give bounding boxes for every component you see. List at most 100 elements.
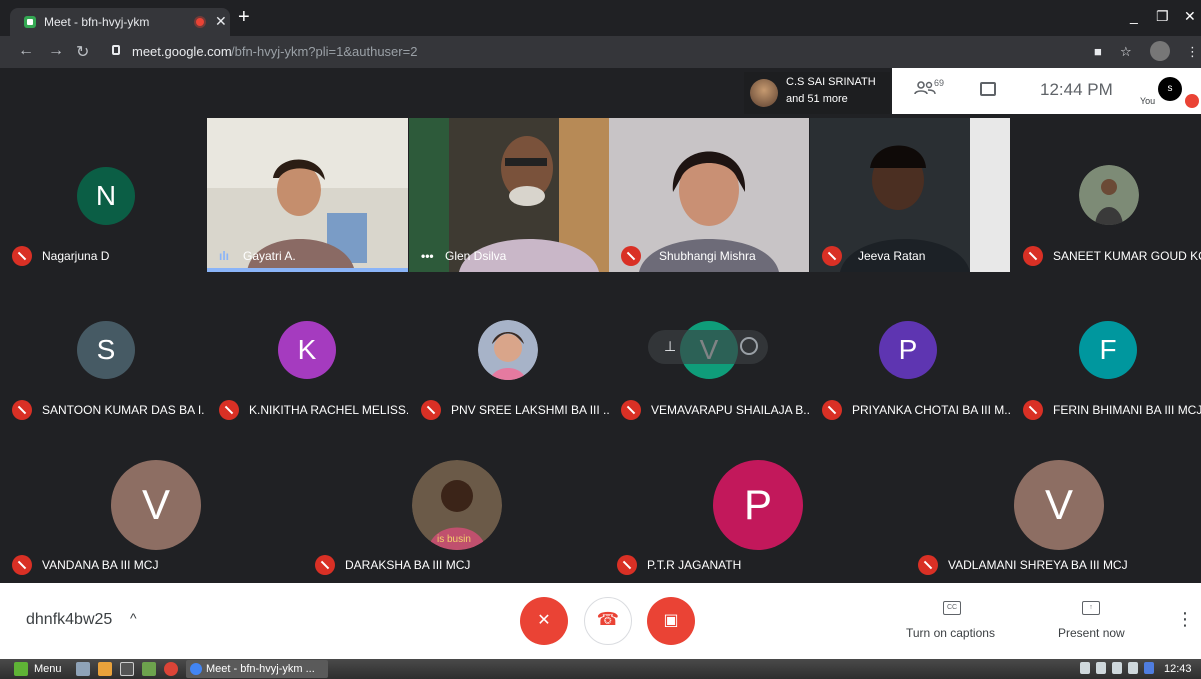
participant-video-tile[interactable]: Shubhangi Mishra [609,118,809,272]
chat-icon[interactable] [980,82,996,96]
present-screen-icon[interactable]: ↑ [1082,601,1100,615]
meeting-info-panel: 69 12:44 PM You s [892,68,1201,114]
participant-name: Gayatri A. [243,249,296,263]
participant-avatar: P [879,321,937,379]
profile-avatar-icon[interactable] [1150,41,1170,61]
tile-hover-controls: ⊥ [648,330,768,364]
browser-tab-strip: Meet - bfn-hvyj-ykm ✕ + _ ❐ ✕ [0,0,1201,36]
participant-grid: N Nagarjuna D ılı Gayatri A. ••• Glen Ds… [0,118,1201,583]
participant-video-tile[interactable]: ılı Gayatri A. [207,118,408,272]
participant-name: Glen Dsilva [445,249,507,263]
more-options-icon[interactable]: ••• [421,249,434,263]
muted-badge-icon [1185,94,1199,108]
participant-video-tile[interactable]: ••• Glen Dsilva [409,118,609,272]
participant-name: PNV SREE LAKSHMI BA III ... [451,403,609,417]
participant-name: VANDANA BA III MCJ [42,558,159,572]
speaker-more: and 51 more [786,93,848,105]
tab-title: Meet - bfn-hvyj-ykm [44,15,150,29]
address-bar[interactable]: meet.google.com /bfn-hvyj-ykm?pli=1&auth… [100,40,1100,64]
participant-tile[interactable]: V VADLAMANI SHREYA BA III MCJ [906,428,1201,583]
back-icon[interactable]: ← [18,42,34,60]
remove-participant-icon[interactable] [740,337,758,355]
you-label: You [1140,96,1156,106]
pin-icon[interactable]: ⊥ [664,338,676,355]
reload-icon[interactable]: ↻ [76,42,89,62]
camera-off-icon: ▣ [663,612,679,629]
window-close-icon[interactable]: ✕ [1184,8,1196,25]
leave-call-button[interactable]: ☎ [584,597,632,645]
tab-close-icon[interactable]: ✕ [215,13,227,30]
restore-icon[interactable]: ❐ [1156,8,1169,25]
participant-name: K.NIKITHA RACHEL MELISS... [249,403,408,417]
captions-button-label[interactable]: Turn on captions [906,626,995,640]
participant-tile[interactable]: P PRIYANKA CHOTAI BA III M... [810,273,1010,427]
user-tray-icon[interactable] [1080,662,1090,674]
participant-video-tile[interactable]: Jeeva Ratan [810,118,1010,272]
mic-off-icon [1023,246,1043,266]
forward-icon[interactable]: → [48,42,64,60]
participant-tile[interactable]: V VANDANA BA III MCJ [0,428,305,583]
browser-tab[interactable]: Meet - bfn-hvyj-ykm ✕ [10,8,230,36]
meeting-code: dhnfk4bw25 [26,611,113,628]
participant-tile[interactable]: S SANTOON KUMAR DAS BA I... [0,273,205,427]
participant-avatar: P [713,460,803,550]
chrome-menu-icon[interactable]: ⋮ [1186,44,1199,60]
captions-icon[interactable]: CC [943,601,961,615]
new-tab-icon[interactable]: + [238,6,250,29]
present-button-label[interactable]: Present now [1058,626,1125,640]
meet-favicon-icon [24,16,36,28]
start-menu-label[interactable]: Menu [34,663,62,675]
meeting-details-toggle[interactable]: dhnfk4bw25 ^ [26,610,137,629]
taskbar-window-label: Meet - bfn-hvyj-ykm ... [206,663,315,675]
battery-icon[interactable] [1128,662,1138,674]
bluetooth-icon[interactable] [1096,662,1106,674]
minimize-icon[interactable]: _ [1130,8,1138,24]
participant-avatar: F [1079,321,1137,379]
participant-name: P.T.R JAGANATH [647,558,742,572]
mic-off-icon [822,246,842,266]
shield-icon[interactable] [1144,662,1154,674]
launcher-icon[interactable] [98,662,112,676]
mic-off-icon [822,400,842,420]
url-path: /bfn-hvyj-ykm?pli=1&authuser=2 [231,44,418,59]
chrome-icon[interactable] [164,662,178,676]
screen: Meet - bfn-hvyj-ykm ✕ + _ ❐ ✕ ← → ↻ meet… [0,0,1201,679]
participant-name: Jeeva Ratan [858,249,926,263]
participant-name: FERIN BHIMANI BA III MCJ [1053,403,1201,417]
terminal-icon[interactable] [120,662,134,676]
participant-tile[interactable]: F FERIN BHIMANI BA III MCJ [1011,273,1201,427]
participant-video [207,118,408,272]
participant-tile[interactable]: K K.NIKITHA RACHEL MELISS... [207,273,408,427]
participant-tile[interactable]: N Nagarjuna D [0,118,205,272]
taskbar-window-button[interactable]: Meet - bfn-hvyj-ykm ... [186,660,328,678]
participant-photo [478,320,538,380]
microphone-toggle-button[interactable]: ✕ [520,597,568,645]
participant-avatar: S [77,321,135,379]
chrome-window-icon [190,663,202,675]
photo-caption: is busin [437,534,471,545]
show-desktop-icon[interactable] [76,662,90,676]
chevron-up-icon: ^ [130,610,137,626]
more-options-icon[interactable]: ⋮ [1176,609,1194,630]
url-host: meet.google.com [132,44,232,59]
people-icon[interactable] [914,81,936,95]
browser-toolbar: ← → ↻ meet.google.com /bfn-hvyj-ykm?pli=… [0,36,1201,68]
camera-in-use-icon[interactable]: ■ [1094,44,1102,59]
bookmark-star-icon[interactable]: ☆ [1120,44,1132,60]
participant-tile[interactable]: PNV SREE LAKSHMI BA III ... [409,273,609,427]
speaker-avatar [750,79,778,107]
taskbar-clock: 12:43 [1164,663,1192,675]
mic-off-icon [315,555,335,575]
camera-toggle-button[interactable]: ▣ [647,597,695,645]
participant-tile[interactable]: is busin DARAKSHA BA III MCJ [303,428,603,583]
wifi-icon[interactable] [1112,662,1122,674]
participant-tile[interactable]: P P.T.R JAGANATH [605,428,905,583]
files-icon[interactable] [142,662,156,676]
self-avatar[interactable]: s [1158,77,1182,101]
start-menu-icon[interactable] [14,662,28,676]
mic-off-icon [621,246,641,266]
mic-off-icon [1023,400,1043,420]
current-speaker-card[interactable]: C.S SAI SRINATH and 51 more [744,72,890,114]
participant-tile[interactable]: SANEET KUMAR GOUD KO... [1011,118,1201,272]
meet-header: C.S SAI SRINATH and 51 more 69 12:44 PM … [0,68,1201,118]
